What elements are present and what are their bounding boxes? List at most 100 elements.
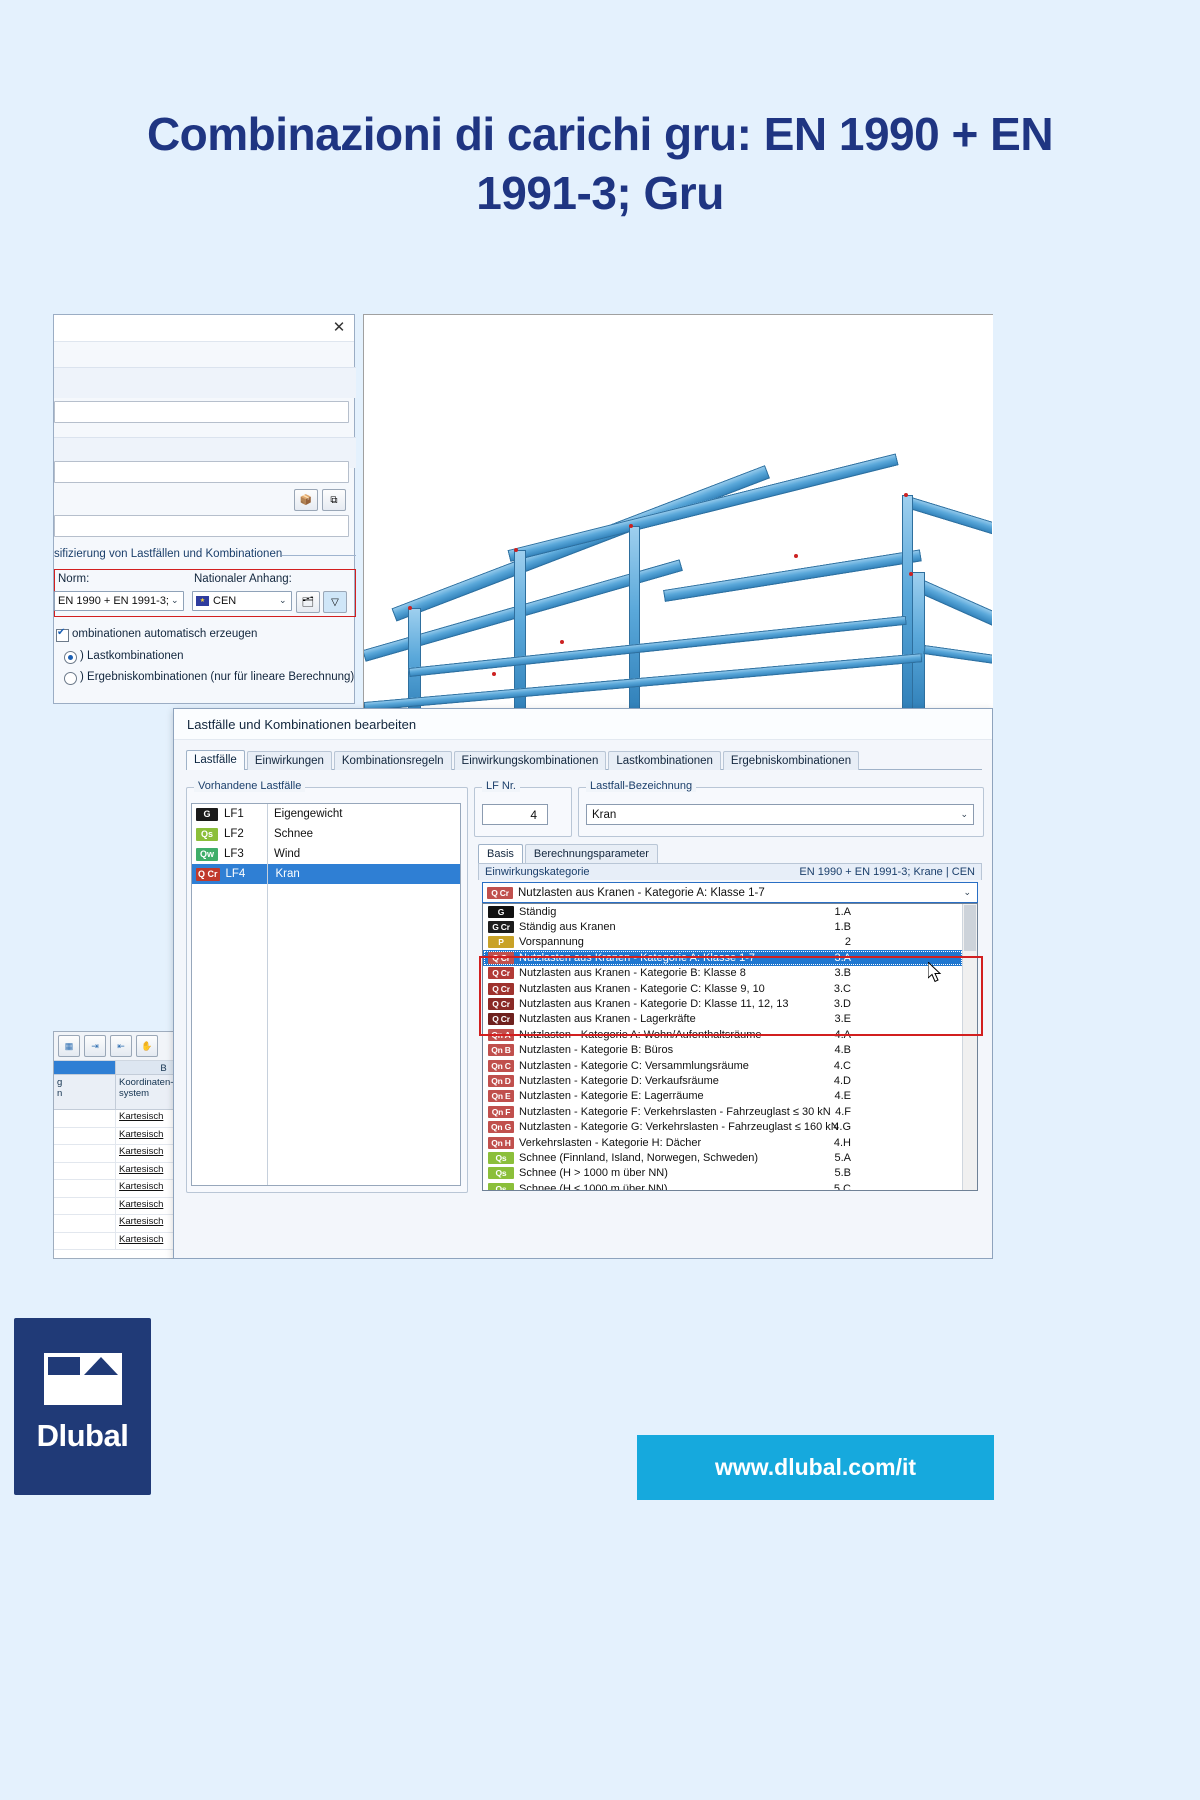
- radio-lastkombinationen[interactable]: [64, 651, 77, 664]
- lf-name-input[interactable]: Kran ⌄: [586, 804, 974, 825]
- dropdown-item[interactable]: Qn A Nutzlasten - Kategorie A: Wohn/Aufen…: [483, 1027, 963, 1042]
- dropdown-item[interactable]: Q Cr Nutzlasten aus Kranen - Lagerkräfte 3…: [483, 1012, 963, 1027]
- dropdown-item[interactable]: Qn E Nutzlasten - Kategorie E: Lagerräume…: [483, 1089, 963, 1104]
- structural-model-3d: [364, 350, 992, 713]
- dropdown-item[interactable]: Qs Schnee (Finnland, Island, Norwegen, Sc…: [483, 1150, 963, 1165]
- dropdown-item-code: 3.A: [834, 951, 851, 964]
- norm-value: EN 1990 + EN 1991-3;: [58, 595, 169, 607]
- dropdown-item[interactable]: Qs Schnee (H ≤ 1000 m über NN) 5.C: [483, 1181, 963, 1190]
- table-cell-index: [54, 1215, 116, 1232]
- table-cell-index: [54, 1197, 116, 1214]
- load-case-row[interactable]: G LF1 Eigengewicht: [192, 804, 460, 824]
- close-icon[interactable]: ✕: [330, 319, 348, 337]
- table-cell-index: [54, 1232, 116, 1249]
- radio-ergebniskombinationen[interactable]: [64, 672, 77, 685]
- dropdown-item[interactable]: Qn G Nutzlasten - Kategorie G: Verkehrsla…: [483, 1119, 963, 1134]
- dropdown-item-badge: Qs: [488, 1182, 514, 1190]
- dropdown-item[interactable]: Qn B Nutzlasten - Kategorie B: Büros 4.B: [483, 1043, 963, 1058]
- dropdown-item[interactable]: Q Cr Nutzlasten aus Kranen - Kategorie B:…: [483, 966, 963, 981]
- tab-label: Einwirkungen: [254, 755, 324, 767]
- load-combination-settings-dialog: ✕ 📦 ⧉ sifizierung von Lastfällen und Kom…: [53, 314, 356, 704]
- dropdown-item-label: Verkehrslasten - Kategorie H: Dächer: [519, 1136, 702, 1149]
- dropdown-item[interactable]: Qn H Verkehrslasten - Kategorie H: Dächer…: [483, 1135, 963, 1150]
- dropdown-item[interactable]: G Ständig 1.A: [483, 904, 963, 919]
- dropdown-item-badge: Q Cr: [488, 951, 514, 964]
- tab-einwirkungskombinationen[interactable]: Einwirkungskombinationen: [453, 751, 607, 770]
- auto-generate-label: ombinationen automatisch erzeugen: [72, 628, 258, 640]
- table-export-icon[interactable]: ⇤: [110, 1035, 132, 1057]
- tab-label: Lastkombinationen: [616, 755, 713, 767]
- hand-icon[interactable]: ✋: [136, 1035, 158, 1057]
- load-case-id: LF1: [224, 808, 244, 820]
- load-case-name: Schnee: [274, 828, 314, 840]
- national-annex-select[interactable]: ★ CEN ⌄: [192, 591, 292, 611]
- dropdown-item-badge: P: [488, 936, 514, 949]
- basis-tabs: Basis Berechnungsparameter: [478, 843, 660, 863]
- scrollbar-thumb[interactable]: [964, 905, 976, 951]
- description-field[interactable]: [54, 461, 349, 483]
- annex-label: Nationaler Anhang:: [194, 573, 292, 585]
- annex-value: CEN: [213, 595, 237, 607]
- norm-select[interactable]: EN 1990 + EN 1991-3; ⌄: [54, 591, 184, 611]
- grid-icon[interactable]: ▦: [58, 1035, 80, 1057]
- dropdown-item-badge: Qn B: [488, 1044, 514, 1057]
- comment-field[interactable]: [54, 515, 349, 537]
- dialog-caption: ✕: [54, 315, 354, 342]
- dropdown-item-badge: Q Cr: [488, 967, 514, 980]
- tab-lastf-lle[interactable]: Lastfälle: [186, 750, 245, 770]
- dropdown-item[interactable]: G Cr Ständig aus Kranen 1.B: [483, 919, 963, 934]
- table-import-icon[interactable]: ⇥: [84, 1035, 106, 1057]
- table-cell-index: [54, 1162, 116, 1179]
- new-object-icon[interactable]: 📦: [294, 489, 318, 511]
- dropdown-item[interactable]: Q Cr Nutzlasten aus Kranen - Kategorie D:…: [483, 996, 963, 1011]
- load-case-name: Kran: [275, 868, 300, 880]
- dropdown-item[interactable]: Qn C Nutzlasten - Kategorie C: Versammlun…: [483, 1058, 963, 1073]
- load-case-row[interactable]: Qw LF3 Wind: [192, 844, 460, 864]
- action-category-combo[interactable]: Q Cr Nutzlasten aus Kranen - Kategorie A…: [482, 882, 978, 903]
- dropdown-item-label: Nutzlasten - Kategorie C: Versammlungsrä…: [519, 1059, 749, 1072]
- dropdown-scrollbar[interactable]: [962, 904, 977, 1190]
- dropdown-item-label: Nutzlasten aus Kranen - Kategorie B: Kla…: [519, 967, 746, 980]
- dropdown-item[interactable]: Q Cr Nutzlasten aus Kranen - Kategorie A:…: [483, 950, 963, 966]
- dropdown-item[interactable]: Qn D Nutzlasten - Kategorie D: Verkaufsrä…: [483, 1073, 963, 1088]
- settings-icon[interactable]: 🗂: [296, 591, 320, 613]
- website-url-banner[interactable]: www.dlubal.com/it: [637, 1435, 994, 1500]
- copy-object-icon[interactable]: ⧉: [322, 489, 346, 511]
- dropdown-item[interactable]: Qn F Nutzlasten - Kategorie F: Verkehrsla…: [483, 1104, 963, 1119]
- auto-generate-checkbox[interactable]: [56, 627, 69, 642]
- tab-einwirkungen[interactable]: Einwirkungen: [246, 751, 332, 770]
- dropdown-item[interactable]: Qs Schnee (H > 1000 m über NN) 5.B: [483, 1166, 963, 1181]
- tab-ergebniskombinationen[interactable]: Ergebniskombinationen: [722, 751, 860, 770]
- table-cell-index: [54, 1127, 116, 1144]
- load-case-id: LF2: [224, 828, 244, 840]
- dropdown-item-code: 3.E: [834, 1013, 851, 1026]
- load-case-list[interactable]: G LF1 Eigengewicht Qs LF2 Schnee Qw LF3 Wind Q Cr…: [191, 803, 461, 1186]
- dialog-tabs: Lastfälle Einwirkungen Kombinationsregeln E…: [186, 748, 982, 770]
- lf-number-input[interactable]: 4: [482, 804, 548, 825]
- dropdown-item-code: 2: [844, 936, 851, 949]
- dropdown-item-code: 5.A: [834, 1151, 851, 1164]
- dropdown-item-badge: Q Cr: [488, 998, 514, 1011]
- tab-lastkombinationen[interactable]: Lastkombinationen: [608, 751, 721, 770]
- funnel-icon[interactable]: ▽: [323, 591, 347, 613]
- load-case-row[interactable]: Q Cr LF4 Kran: [192, 864, 460, 884]
- dropdown-item[interactable]: Q Cr Nutzlasten aus Kranen - Kategorie C:…: [483, 981, 963, 996]
- dropdown-item-code: 3.C: [833, 982, 851, 995]
- inner-tab-basis[interactable]: Basis: [478, 844, 523, 863]
- action-category-dropdown[interactable]: G Ständig 1.A G Cr Ständig aus Kranen 1.B P Vor…: [482, 903, 978, 1191]
- tab-kombinationsregeln[interactable]: Kombinationsregeln: [333, 751, 452, 770]
- dropdown-item-label: Ständig aus Kranen: [519, 921, 616, 934]
- load-case-row[interactable]: Qs LF2 Schnee: [192, 824, 460, 844]
- dlubal-logo-text: Dlubal: [36, 1418, 129, 1453]
- model-name-field[interactable]: [54, 401, 349, 423]
- lf-name-label: Lastfall-Bezeichnung: [586, 780, 697, 792]
- inner-tab-berechnungsparameter[interactable]: Berechnungsparameter: [524, 844, 658, 863]
- lastfaelle-panel: Vorhandene Lastfälle G LF1 Eigengewicht Qs L…: [186, 777, 984, 1247]
- dropdown-item-code: 5.B: [834, 1167, 851, 1180]
- inner-tab-label: Basis: [487, 848, 514, 860]
- dropdown-item-label: Nutzlasten - Kategorie G: Verkehrslasten…: [519, 1121, 839, 1134]
- load-case-name: Wind: [274, 848, 301, 860]
- classification-group-title: sifizierung von Lastfällen und Kombinati…: [54, 548, 283, 560]
- chevron-down-icon: ⌄: [960, 809, 968, 819]
- dropdown-item[interactable]: P Vorspannung 2: [483, 935, 963, 950]
